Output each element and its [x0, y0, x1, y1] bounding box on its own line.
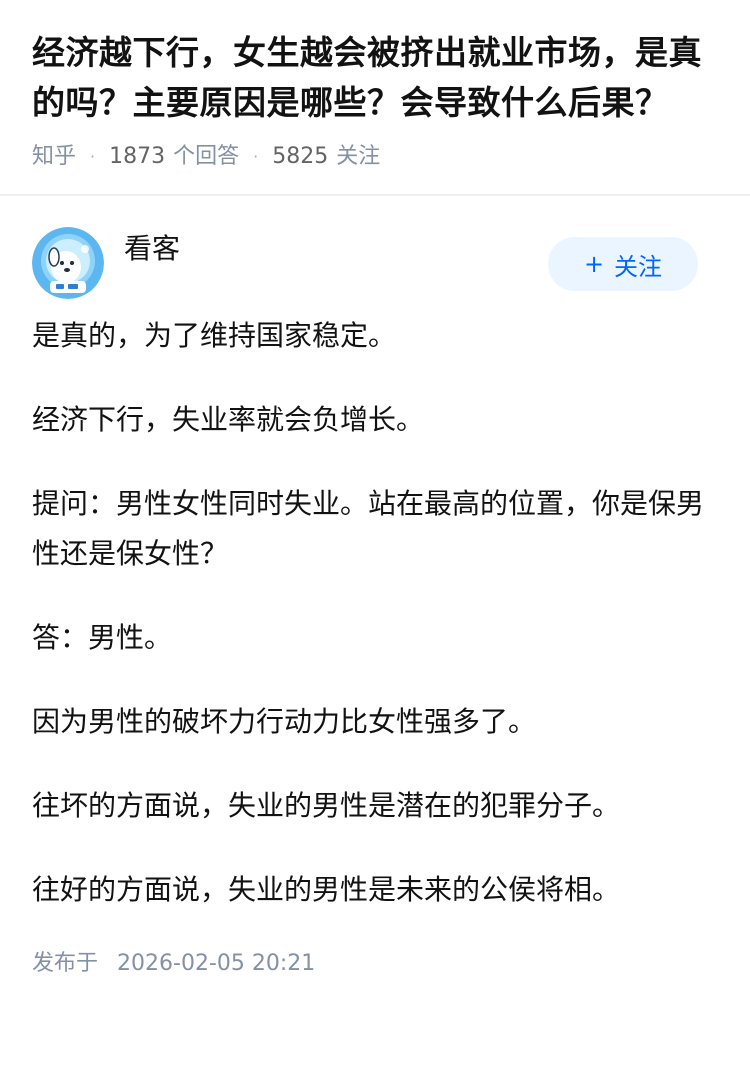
- question-meta: 知乎 · 1873 个回答 · 5825 关注: [32, 142, 718, 172]
- question-header: 经济越下行，女生越会被挤出就业市场，是真的吗？主要原因是哪些？会导致什么后果？ …: [0, 0, 750, 195]
- meta-separator: ·: [90, 147, 96, 166]
- publish-label: 发布于: [32, 951, 99, 976]
- avatar[interactable]: [32, 227, 104, 299]
- answer-count: 1873: [109, 144, 166, 169]
- answer: 看客 + 关注 是真的，为了维持国家稳定。 经济下行，失业率就会负增长。 提问：…: [0, 195, 750, 979]
- author-row: 看客 + 关注: [32, 227, 718, 301]
- answer-paragraph: 往坏的方面说，失业的男性是潜在的犯罪分子。: [32, 789, 621, 822]
- answer-content: 是真的，为了维持国家稳定。 经济下行，失业率就会负增长。 提问：男性女性同时失业…: [32, 311, 718, 915]
- astronaut-dog-avatar-icon: [32, 227, 104, 299]
- answer-count-label: 个回答: [173, 144, 240, 169]
- follow-button[interactable]: + 关注: [548, 237, 698, 291]
- publish-time: 2026-02-05 20:21: [117, 951, 316, 976]
- plus-icon: +: [583, 250, 605, 278]
- source-label: 知乎: [32, 144, 77, 169]
- answer-paragraph: 往好的方面说，失业的男性是未来的公侯将相。: [32, 873, 621, 906]
- publish-info: 发布于 2026-02-05 20:21: [32, 949, 718, 979]
- follow-button-label: 关注: [614, 252, 663, 281]
- meta-separator: ·: [253, 147, 259, 166]
- answer-paragraph: 答：男性。: [32, 621, 173, 654]
- question-title[interactable]: 经济越下行，女生越会被挤出就业市场，是真的吗？主要原因是哪些？会导致什么后果？: [32, 28, 718, 128]
- answer-paragraph: 因为男性的破坏力行动力比女性强多了。: [32, 705, 537, 738]
- answer-paragraph: 经济下行，失业率就会负增长。: [32, 403, 425, 436]
- follow-count-label: 关注: [336, 144, 381, 169]
- follow-count: 5825: [272, 144, 329, 169]
- answer-paragraph: 是真的，为了维持国家稳定。: [32, 319, 397, 352]
- author-name[interactable]: 看客: [124, 229, 180, 269]
- answer-paragraph: 提问：男性女性同时失业。站在最高的位置，你是保男性还是保女性？: [32, 487, 705, 570]
